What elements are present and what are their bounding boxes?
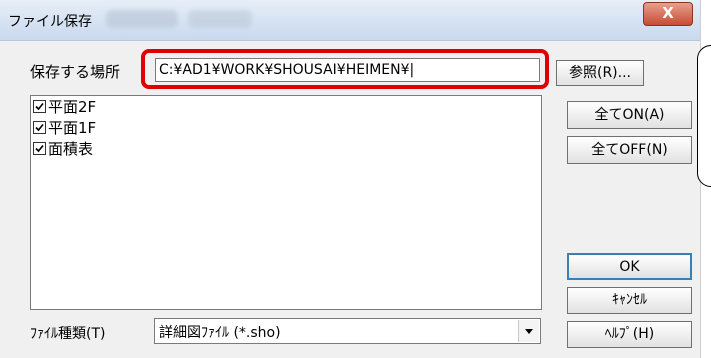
chevron-down-icon [525,329,533,334]
save-location-label: 保存する場所 [30,63,121,81]
list-item[interactable]: 平面1F [33,118,96,138]
list-item[interactable]: 面積表 [33,139,93,159]
browse-button[interactable]: 参照(R)... [556,60,644,86]
list-item-label: 平面1F [48,119,97,137]
cancel-button[interactable]: ｷｬﾝｾﾙ [567,287,692,314]
title-bar: ファイル保存 X [0,0,700,41]
help-button[interactable]: ﾍﾙﾌﾟ(H) [567,321,692,348]
dropdown-arrow[interactable] [518,320,539,342]
check-icon [35,144,44,153]
list-item[interactable]: 平面2F [33,97,96,117]
blurred-title-segment [188,10,252,28]
close-button[interactable]: X [643,2,693,26]
blurred-title-segment [106,10,178,28]
check-icon [35,123,44,132]
file-type-value: 詳細図ﾌｧｲﾙ (*.sho) [159,325,281,341]
checkbox[interactable] [33,121,46,134]
list-item-label: 面積表 [48,140,94,158]
window-title: ファイル保存 [8,14,92,30]
all-on-button[interactable]: 全てON(A) [567,101,692,129]
highlight-annotation [141,49,549,89]
checkbox[interactable] [33,100,46,113]
ok-button[interactable]: OK [567,253,692,280]
checkbox[interactable] [33,142,46,155]
file-checklist[interactable]: 平面2F 平面1F 面積表 [30,95,542,310]
file-save-dialog: ファイル保存 X 保存する場所 C:¥AD1¥WORK¥SHOUSAI¥HEIM… [0,0,701,358]
list-item-label: 平面2F [48,98,97,116]
file-type-select[interactable]: 詳細図ﾌｧｲﾙ (*.sho) [154,318,541,344]
file-type-label: ﾌｧｲﾙ種類(T) [30,326,106,342]
callout-box [697,45,711,187]
all-off-button[interactable]: 全てOFF(N) [567,136,692,164]
check-icon [35,102,44,111]
